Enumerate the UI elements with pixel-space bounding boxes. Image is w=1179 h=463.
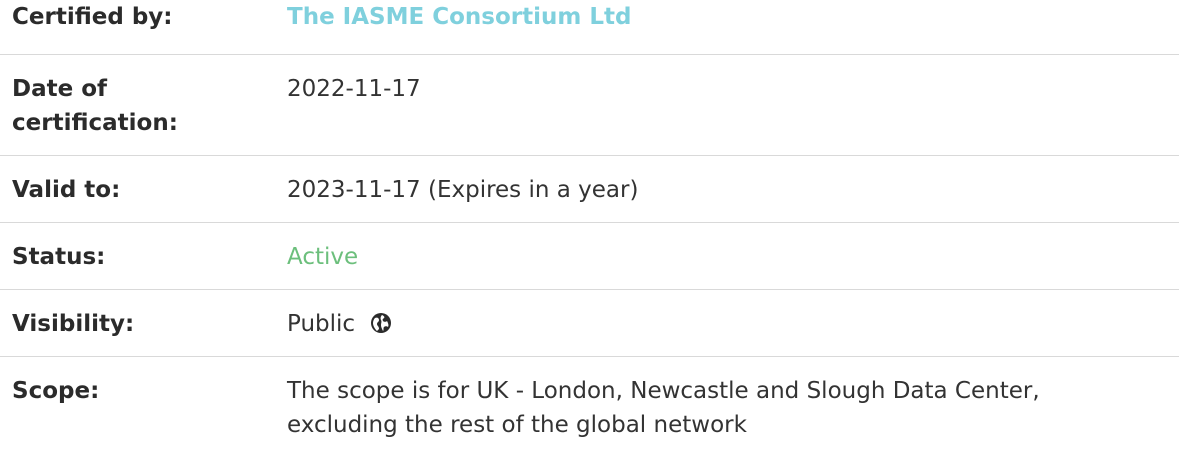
certified-by-label: Certified by: [12,4,173,30]
scope-line1: The scope is for UK - London, Newcastle … [287,378,1040,404]
scope-label: Scope: [12,378,100,404]
visibility-value: Public [275,290,1179,357]
visibility-label: Visibility: [12,311,135,337]
status-value: Active [275,223,1179,290]
date-of-certification-value: 2022-11-17 [287,76,421,102]
issuer-link[interactable]: The IASME Consortium Ltd [287,4,631,30]
visibility-row: Visibility: Public [0,290,1179,357]
valid-to-label: Valid to: [12,177,121,203]
valid-to-value: 2023-11-17 (Expires in a year) [287,177,639,203]
certificate-details-table: Certified by: The IASME Consortium Ltd D… [0,0,1179,452]
certified-by-value: The IASME Consortium Ltd [275,0,1179,55]
scope-value: The scope is for UK - London, Newcastle … [275,357,1179,453]
certified-by-row: Certified by: The IASME Consortium Ltd [0,0,1179,55]
date-of-certification-label: Date of certification: [0,55,275,156]
scope-line2: excluding the rest of the global network [287,412,747,438]
status-badge: Active [287,244,359,270]
globe-icon [370,310,392,333]
status-row: Status: Active [0,223,1179,290]
visibility-text: Public [287,311,356,337]
date-label-line2: certification: [12,110,178,136]
date-of-certification-row: Date of certification: 2022-11-17 [0,55,1179,156]
status-label: Status: [12,244,106,270]
valid-to-row: Valid to: 2023-11-17 (Expires in a year) [0,156,1179,223]
date-label-line1: Date of [12,76,108,102]
scope-row: Scope: The scope is for UK - London, New… [0,357,1179,453]
